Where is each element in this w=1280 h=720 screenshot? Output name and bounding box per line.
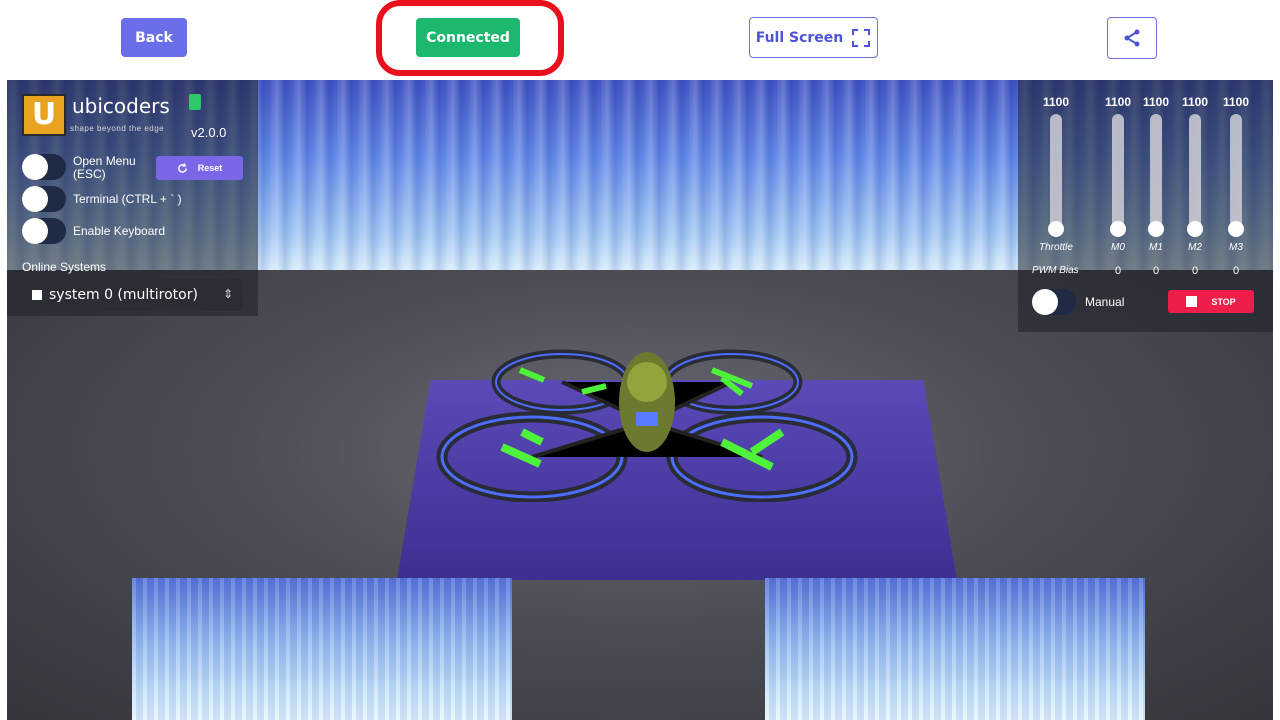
m0-slider-handle[interactable] [1110,221,1126,237]
manual-toggle[interactable] [1032,289,1076,315]
m2-value: 1100 [1181,95,1209,109]
stop-button[interactable]: STOP [1168,290,1254,313]
quadcopter-model [436,349,858,502]
refresh-icon [177,162,187,173]
reset-button[interactable]: Reset [156,156,243,180]
system-select[interactable]: system 0 (multirotor) ⇕ [22,279,243,311]
monitor-screen-left [132,578,512,720]
m3-value: 1100 [1222,95,1250,109]
terminal-label: Terminal (CTRL + ` ) [73,192,182,206]
right-motor-panel: 1100 1100 1100 1100 1100 Throttle M0 M1 … [1018,80,1273,332]
manual-label: Manual [1085,295,1125,309]
stop-label: STOP [1211,296,1236,307]
brand-tagline: shape beyond the edge [70,124,165,133]
m3-bias-value: 0 [1232,265,1240,277]
open-menu-label: Open Menu (ESC) [73,154,136,181]
throttle-slider-handle[interactable] [1048,221,1064,237]
m2-bias-value: 0 [1191,265,1199,277]
m1-slider[interactable] [1150,114,1162,232]
terminal-toggle[interactable] [22,186,66,212]
ubicoders-logo: U [22,94,66,136]
connected-highlight-ring [376,0,564,76]
brand-name: ubicoders [72,94,170,118]
throttle-slider[interactable] [1050,114,1062,232]
fullscreen-label: Full Screen [755,29,844,46]
m3-slider[interactable] [1230,114,1242,232]
m0-value: 1100 [1104,95,1132,109]
pwm-bias-label: PWM Bias [1032,265,1079,276]
m1-value: 1100 [1142,95,1170,109]
left-control-panel: U ubicoders shape beyond the edge v2.0.0… [7,80,258,316]
system-color-swatch [32,290,42,300]
m1-bias-value: 0 [1152,265,1160,277]
share-button[interactable] [1107,17,1157,59]
throttle-value: 1100 [1042,95,1070,109]
enable-keyboard-label: Enable Keyboard [73,224,166,238]
version-label: v2.0.0 [191,125,227,140]
connection-status-indicator [189,94,201,110]
m3-slider-handle[interactable] [1228,221,1244,237]
chevron-updown-icon: ⇕ [222,287,233,301]
fullscreen-button[interactable]: Full Screen [749,17,878,58]
m2-slider[interactable] [1189,114,1201,232]
m3-label: M3 [1229,242,1243,253]
reset-label: Reset [197,163,223,173]
stop-icon [1186,296,1198,307]
selected-system-label: system 0 (multirotor) [49,287,198,303]
throttle-label: Throttle [1039,242,1073,253]
fullscreen-icon [852,28,871,47]
m2-slider-handle[interactable] [1187,221,1203,237]
share-icon [1124,29,1140,47]
online-systems-label: Online Systems [22,260,107,274]
top-bar: Back Connected Full Screen [0,0,1280,80]
m1-slider-handle[interactable] [1148,221,1164,237]
monitor-screen-right [765,578,1145,720]
enable-keyboard-toggle[interactable] [22,218,66,244]
back-button[interactable]: Back [121,18,187,57]
m0-slider[interactable] [1112,114,1124,232]
m0-bias-value: 0 [1114,265,1122,277]
open-menu-toggle[interactable] [22,154,66,180]
